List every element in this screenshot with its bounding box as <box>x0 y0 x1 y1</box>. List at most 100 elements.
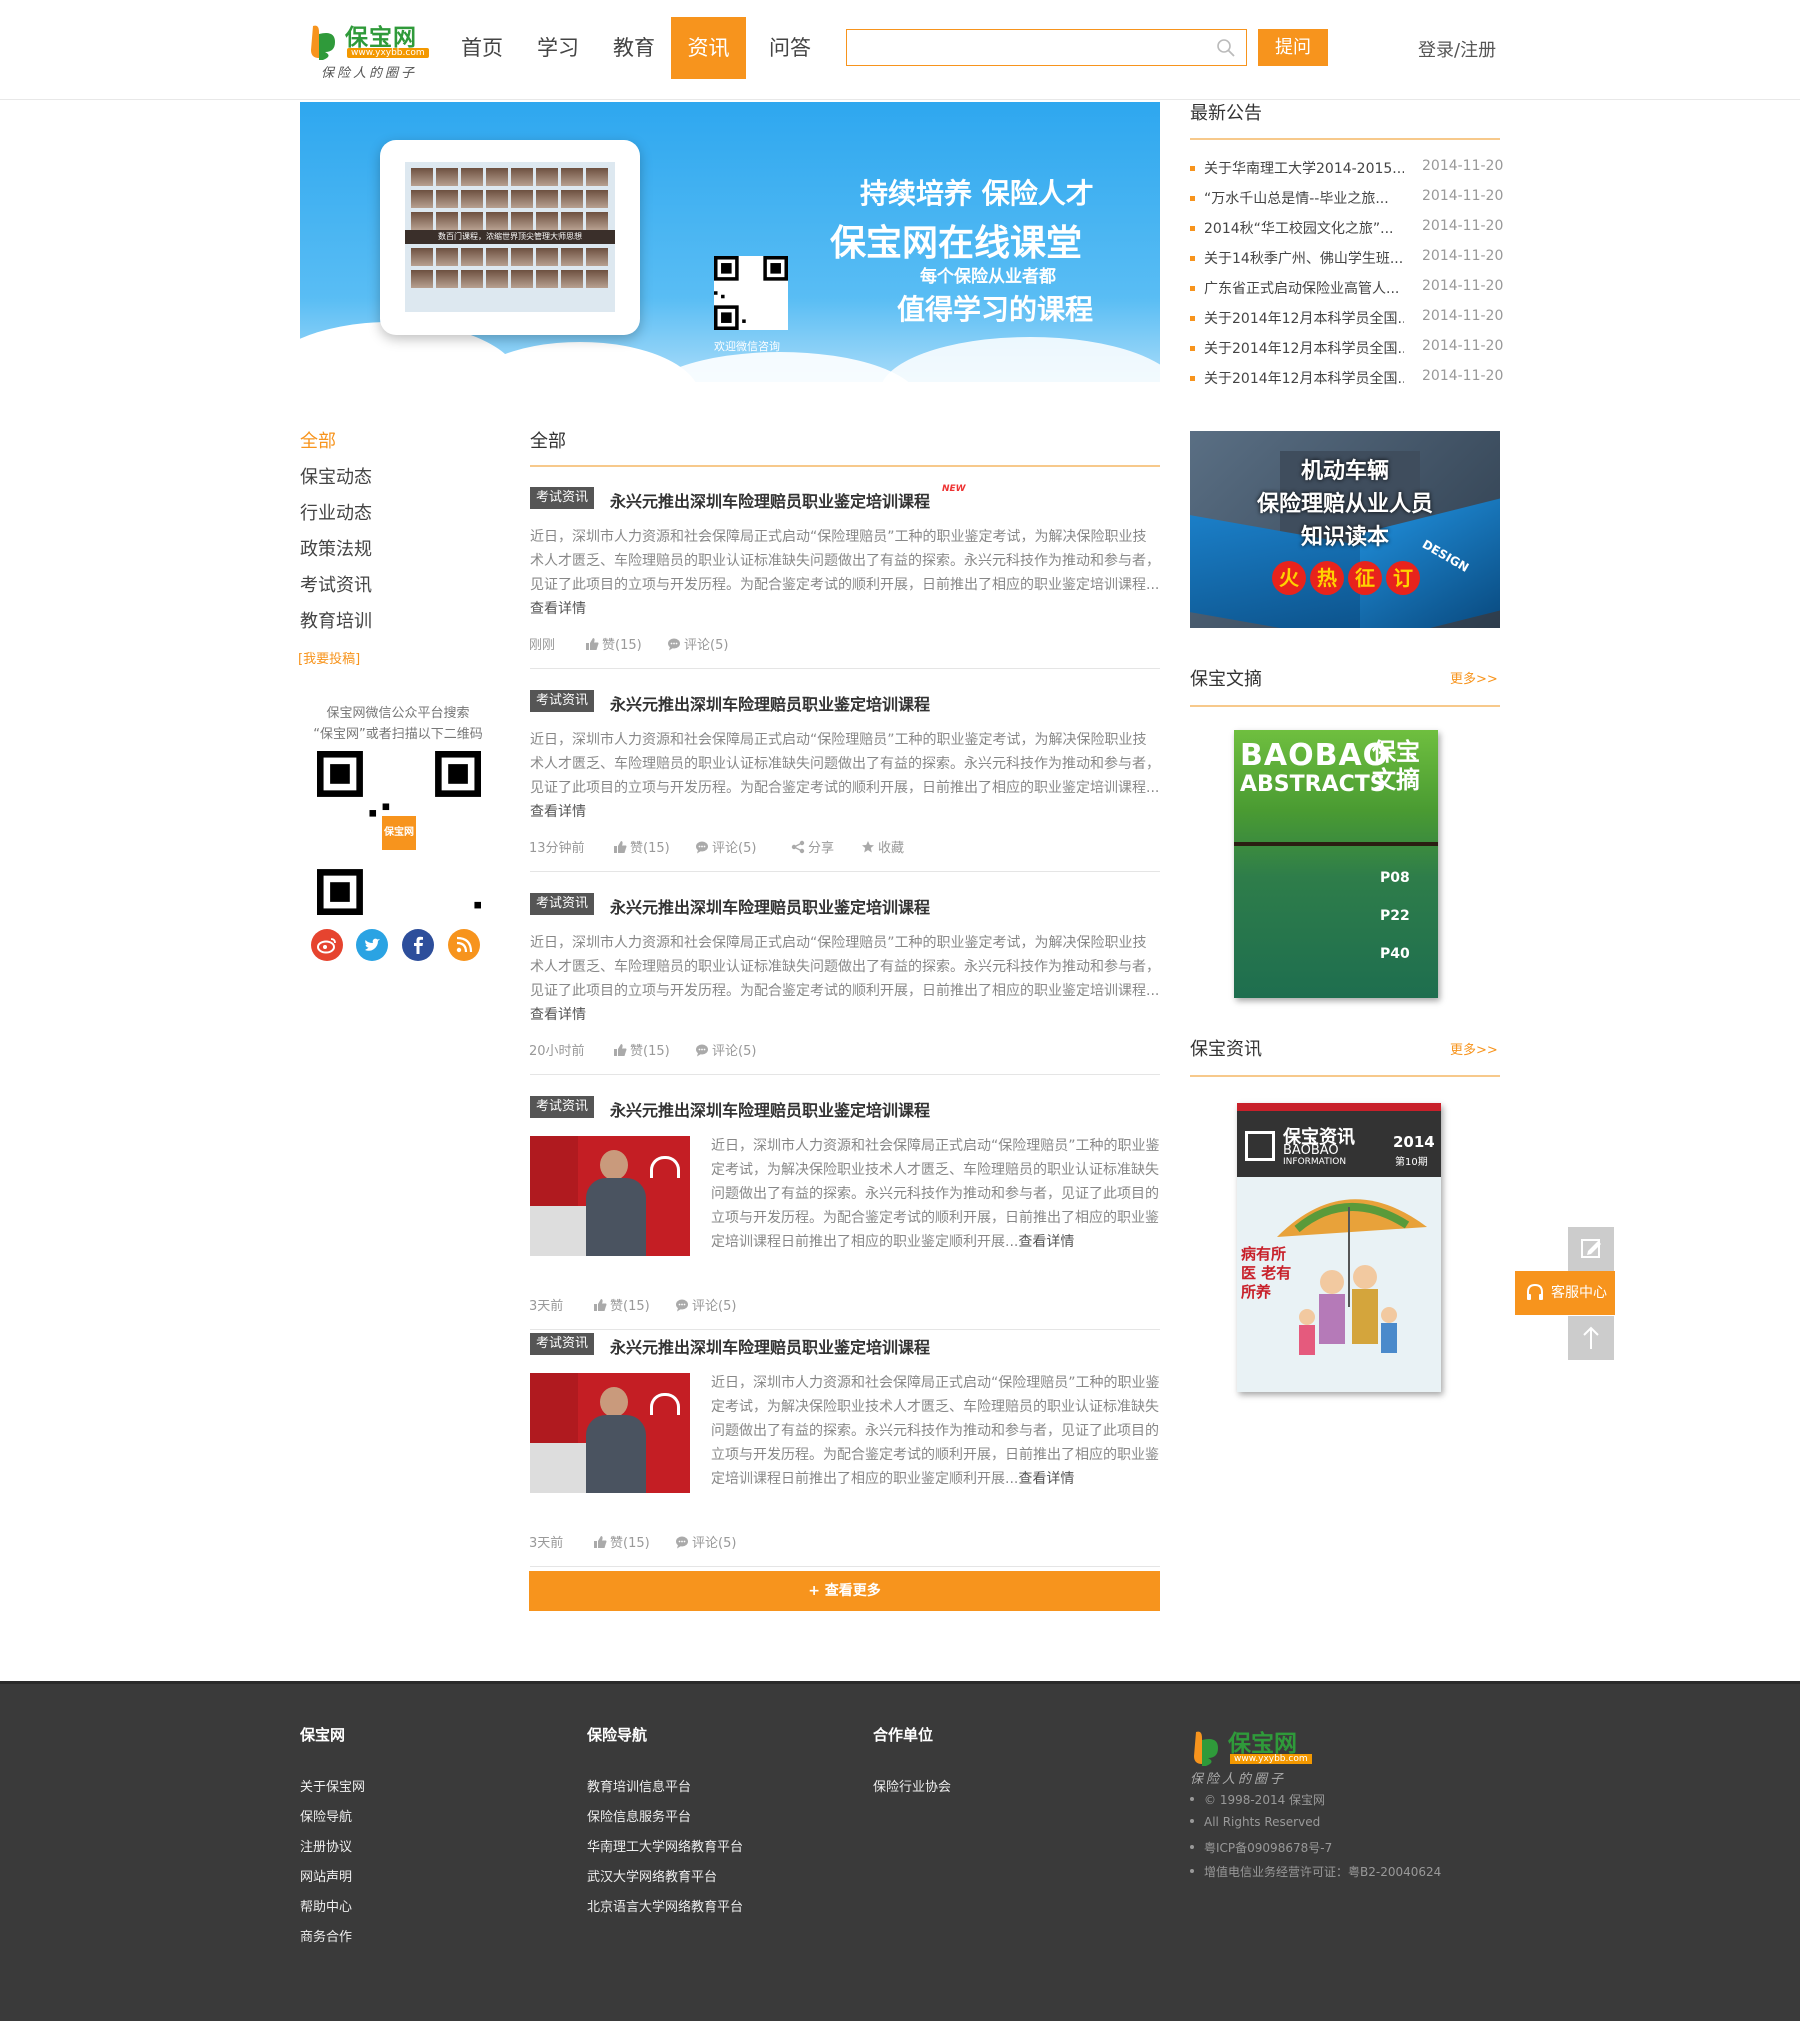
like-button[interactable]: 赞(15) <box>613 1040 670 1059</box>
notice-item-text: 关于2014年12月本科学员全国... <box>1204 371 1404 387</box>
like-button[interactable]: 赞(15) <box>593 1532 650 1551</box>
digest-more-link[interactable]: 更多>> <box>1450 668 1498 687</box>
read-more-link[interactable]: 查看详情 <box>530 1003 1160 1027</box>
notice-item-date: 2014-11-20 <box>1422 248 1504 264</box>
notice-item[interactable]: 关于2014年12月本科学员全国... 2014-11-20 <box>1190 338 1503 360</box>
article-tag[interactable]: 考试资讯 <box>530 487 595 509</box>
digest-cover[interactable]: BAOBAO ABSTRACTS 保宝文摘 P08 P22 P40 <box>1234 730 1438 998</box>
digest-divider <box>1190 705 1500 707</box>
digest-page-1: P08 <box>1380 870 1410 886</box>
comment-button[interactable]: 评论(5) <box>675 1532 736 1551</box>
bullet-icon <box>1190 226 1195 231</box>
category-item[interactable]: 政策法规 <box>300 535 372 561</box>
footer-link[interactable]: 华南理工大学网络教育平台 <box>587 1836 743 1855</box>
article-title[interactable]: 永兴元推出深圳车险理赔员职业鉴定培训课程 <box>610 1097 930 1121</box>
like-count: 赞(15) <box>630 1044 670 1059</box>
banner-line3: 每个保险从业者都 <box>920 267 1056 287</box>
hero-banner[interactable]: 数百门课程，浓缩世界顶尖管理大师思想 持续培养 保险人才 保宝网在线课堂 每个保… <box>300 102 1160 382</box>
search-icon[interactable] <box>1216 38 1236 58</box>
category-item[interactable]: 全部 <box>300 427 336 453</box>
notice-item[interactable]: 关于14秋季广州、佛山学生班... 2014-11-20 <box>1190 248 1504 270</box>
article-tag[interactable]: 考试资讯 <box>530 893 595 915</box>
article-thumbnail[interactable] <box>530 1136 690 1256</box>
article-tag[interactable]: 考试资讯 <box>530 1096 595 1118</box>
footer-col2-title: 保险导航 <box>587 1726 648 1744</box>
info-more-link[interactable]: 更多>> <box>1450 1039 1498 1058</box>
footer-link[interactable]: 武汉大学网络教育平台 <box>587 1866 717 1885</box>
category-item[interactable]: 教育培训 <box>300 607 372 633</box>
notice-item[interactable]: 2014秋“华工校园文化之旅”... 2014-11-20 <box>1190 218 1503 240</box>
like-button[interactable]: 赞(15) <box>585 634 642 653</box>
footer-link[interactable]: 保险行业协会 <box>873 1776 951 1795</box>
nav-education[interactable]: 教育 <box>608 17 660 79</box>
footer-logo[interactable]: 保宝网 www.yxybb.com 保险人的圈子 <box>1190 1724 1314 1787</box>
customer-service-button[interactable]: 客服中心 <box>1515 1271 1615 1315</box>
search-input[interactable] <box>847 30 1207 65</box>
article-summary: 近日，深圳市人力资源和社会保障局正式启动“保险理赔员”工种的职业鉴定考试，为解决… <box>711 1134 1160 1254</box>
info-cover[interactable]: 保宝资讯 BAOBAO INFORMATION 2014 第10期 病有所医 老… <box>1237 1103 1441 1392</box>
footer-link[interactable]: 保险信息服务平台 <box>587 1806 691 1825</box>
footer-info-text: © 1998-2014 保宝网 <box>1204 1793 1326 1807</box>
login-register-link[interactable]: 登录/注册 <box>1418 36 1496 62</box>
weibo-icon[interactable] <box>311 929 343 961</box>
footer-link[interactable]: 注册协议 <box>300 1836 352 1855</box>
article-title[interactable]: 永兴元推出深圳车险理赔员职业鉴定培训课程 <box>610 488 930 512</box>
article-time: 3天前 <box>529 1299 564 1314</box>
notice-item[interactable]: “万水千山总是情--毕业之旅... 2014-11-20 <box>1190 188 1503 210</box>
share-button[interactable]: 分享 <box>791 837 834 856</box>
load-more-button[interactable]: + 查看更多 <box>529 1571 1160 1611</box>
info-divider <box>1190 1075 1500 1077</box>
like-button[interactable]: 赞(15) <box>613 837 670 856</box>
footer-link[interactable]: 关于保宝网 <box>300 1776 365 1795</box>
read-more-link[interactable]: 查看详情 <box>530 800 1160 824</box>
ask-button[interactable]: 提问 <box>1258 29 1328 66</box>
wechat-text-1: 保宝网微信公众平台搜索 <box>326 706 470 721</box>
like-count: 赞(15) <box>610 1299 650 1314</box>
nav-study[interactable]: 学习 <box>532 17 584 79</box>
notice-item[interactable]: 关于华南理工大学2014-2015... 2014-11-20 <box>1190 158 1503 180</box>
article-thumbnail[interactable] <box>530 1373 690 1493</box>
digest-page-3: P40 <box>1380 946 1410 962</box>
footer-link[interactable]: 保险导航 <box>300 1806 352 1825</box>
read-more-link[interactable]: 查看详情 <box>1018 1471 1074 1487</box>
footer-link[interactable]: 商务合作 <box>300 1926 352 1945</box>
category-item[interactable]: 行业动态 <box>300 499 372 525</box>
rss-icon[interactable] <box>448 929 480 961</box>
footer-link[interactable]: 帮助中心 <box>300 1896 352 1915</box>
category-item[interactable]: 保宝动态 <box>300 463 372 489</box>
read-more-link[interactable]: 查看详情 <box>530 597 1160 621</box>
share-label: 分享 <box>808 841 835 856</box>
site-logo[interactable]: 保宝网 www.yxybb.com 保险人的圈子 <box>307 18 431 81</box>
comment-button[interactable]: 评论(5) <box>695 1040 756 1059</box>
facebook-icon[interactable] <box>402 929 434 961</box>
comment-button[interactable]: 评论(5) <box>667 634 728 653</box>
digest-cover-en1: BAOBAO <box>1240 738 1390 773</box>
favorite-button[interactable]: 收藏 <box>861 837 904 856</box>
category-item[interactable]: 考试资讯 <box>300 571 372 597</box>
book-ad[interactable]: DESIGN 机动车辆 保险理赔从业人员 知识读本 火 热 征 订 <box>1190 431 1500 628</box>
article-tag[interactable]: 考试资讯 <box>530 690 595 712</box>
notice-item[interactable]: 广东省正式启动保险业高管人... 2014-11-20 <box>1190 278 1503 300</box>
nav-news[interactable]: 资讯 <box>671 17 746 79</box>
read-more-link[interactable]: 查看详情 <box>1018 1234 1074 1250</box>
article-tag[interactable]: 考试资讯 <box>530 1333 595 1355</box>
twitter-icon[interactable] <box>356 929 388 961</box>
notice-item[interactable]: 关于2014年12月本科学员全国... 2014-11-20 <box>1190 308 1503 330</box>
article-title[interactable]: 永兴元推出深圳车险理赔员职业鉴定培训课程 <box>610 894 930 918</box>
nav-home[interactable]: 首页 <box>456 17 508 79</box>
article-summary: 近日，深圳市人力资源和社会保障局正式启动“保险理赔员”工种的职业鉴定考试，为解决… <box>530 525 1160 621</box>
footer-link[interactable]: 教育培训信息平台 <box>587 1776 691 1795</box>
article-title[interactable]: 永兴元推出深圳车险理赔员职业鉴定培训课程 <box>610 1334 930 1358</box>
article-title[interactable]: 永兴元推出深圳车险理赔员职业鉴定培训课程 <box>610 691 930 715</box>
footer-link[interactable]: 网站声明 <box>300 1866 352 1885</box>
like-button[interactable]: 赞(15) <box>593 1295 650 1314</box>
back-to-top-button[interactable] <box>1568 1316 1614 1360</box>
contribute-link[interactable]: [我要投稿] <box>298 648 360 667</box>
comment-button[interactable]: 评论(5) <box>675 1295 736 1314</box>
float-edit-button[interactable] <box>1568 1227 1614 1271</box>
main-title: 全部 <box>530 431 566 452</box>
footer-link[interactable]: 北京语言大学网络教育平台 <box>587 1896 743 1915</box>
nav-qa[interactable]: 问答 <box>764 17 816 79</box>
comment-button[interactable]: 评论(5) <box>695 837 756 856</box>
notice-item[interactable]: 关于2014年12月本科学员全国... 2014-11-20 <box>1190 368 1503 390</box>
